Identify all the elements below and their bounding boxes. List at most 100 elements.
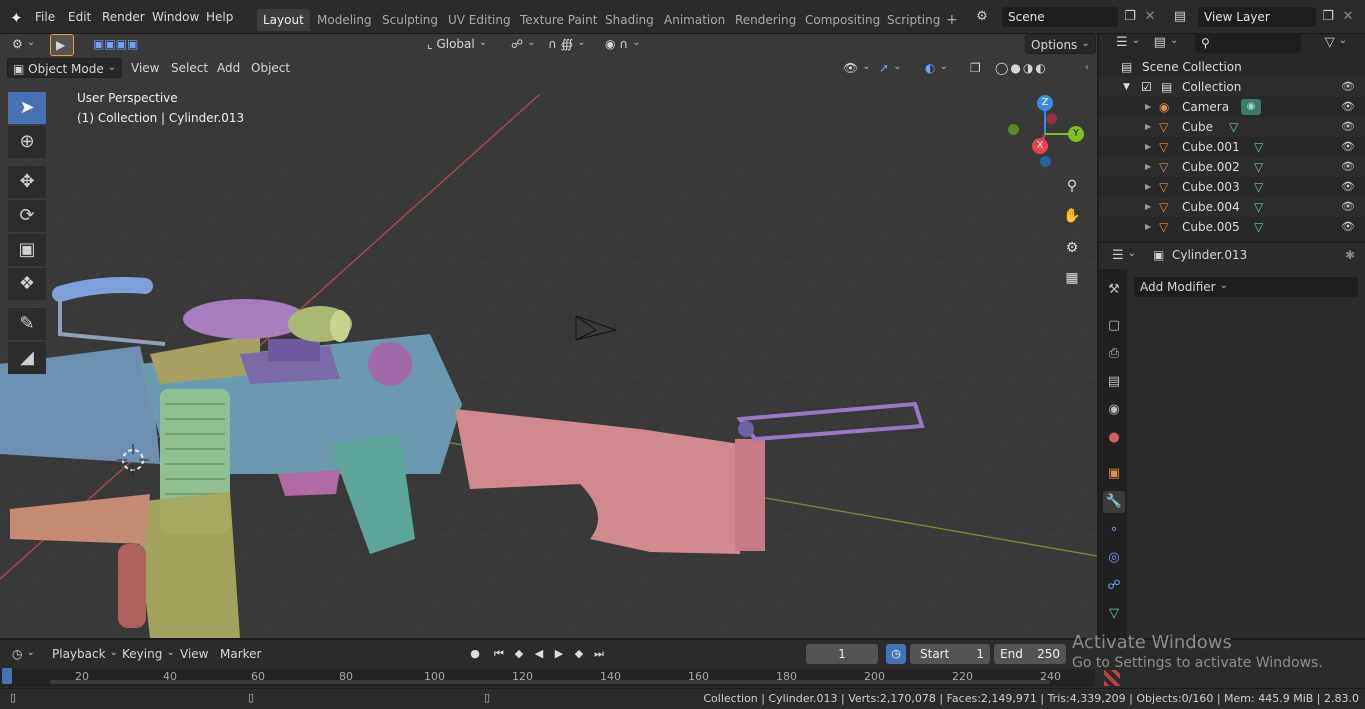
outliner-item-cube-002[interactable]: ▶ ▽ Cube.002 ▽ 👁 bbox=[1099, 157, 1365, 177]
eye-icon[interactable]: 👁 bbox=[1341, 77, 1355, 97]
scene-name-field[interactable]: Scene bbox=[1002, 7, 1118, 27]
viewport-menu-select[interactable]: Select bbox=[166, 58, 213, 78]
expand-arrow-icon[interactable]: ▶ bbox=[1145, 117, 1151, 137]
new-scene-icon[interactable]: ❐ bbox=[1120, 7, 1140, 27]
eye-icon[interactable]: 👁 bbox=[1341, 197, 1355, 217]
overlays-icon[interactable]: ◐ bbox=[920, 58, 953, 78]
delete-view-layer-icon[interactable]: ✕ bbox=[1338, 7, 1358, 27]
tool-tab-icon[interactable]: ⚒ bbox=[1103, 279, 1125, 301]
move-tool-icon[interactable]: ✥ bbox=[8, 166, 46, 198]
viewport-menu-object[interactable]: Object bbox=[246, 58, 295, 78]
gizmo-x-axis[interactable]: X bbox=[1032, 138, 1048, 154]
pivot-point-icon[interactable]: ☍ bbox=[506, 34, 541, 54]
tab-animation[interactable]: Animation bbox=[658, 9, 731, 31]
gizmo-toggle-icon[interactable]: ➚ bbox=[874, 58, 906, 78]
menu-help[interactable]: Help bbox=[206, 10, 233, 24]
modifier-tab-icon[interactable]: 🔧 bbox=[1103, 491, 1125, 513]
annotate-tool-icon[interactable]: ✎ bbox=[8, 308, 46, 340]
measure-tool-icon[interactable]: ◢ bbox=[8, 342, 46, 374]
play-icon[interactable]: ▶ bbox=[550, 644, 568, 664]
mode-dropdown[interactable]: ▣ Object Mode bbox=[7, 58, 123, 78]
rotate-tool-icon[interactable]: ⟳ bbox=[8, 200, 46, 232]
expand-arrow-icon[interactable]: ▶ bbox=[1145, 217, 1151, 237]
physics-tab-icon[interactable]: ◎ bbox=[1103, 547, 1125, 569]
tab-compositing[interactable]: Compositing bbox=[799, 9, 886, 31]
outliner-item-cube-003[interactable]: ▶ ▽ Cube.003 ▽ 👁 bbox=[1099, 177, 1365, 197]
properties-editor-icon[interactable]: ☰ bbox=[1109, 246, 1139, 266]
record-icon[interactable]: ● bbox=[466, 644, 484, 664]
render-tab-icon[interactable]: ▢ bbox=[1103, 315, 1125, 337]
gizmo-neg-y[interactable] bbox=[1008, 124, 1019, 135]
start-frame-field[interactable]: Start 1 bbox=[910, 644, 990, 664]
options-dropdown[interactable]: Options bbox=[1025, 34, 1096, 54]
menu-window[interactable]: Window bbox=[152, 10, 199, 24]
outliner-editor-icon[interactable]: ☰ bbox=[1113, 33, 1143, 53]
outliner-item-cube-001[interactable]: ▶ ▽ Cube.001 ▽ 👁 bbox=[1099, 137, 1365, 157]
visibility-icon[interactable]: 👁 bbox=[838, 58, 876, 78]
jump-start-icon[interactable]: ⏮ bbox=[490, 644, 508, 664]
outliner-item-camera[interactable]: ▶ ◉ Camera ◉ 👁 bbox=[1099, 97, 1365, 117]
keying-menu[interactable]: Keying bbox=[118, 644, 179, 664]
playhead[interactable] bbox=[2, 668, 12, 684]
timeline-scrollbar[interactable] bbox=[50, 680, 1050, 684]
tab-shading[interactable]: Shading bbox=[599, 9, 660, 31]
outliner-scene-collection[interactable]: ▤ Scene Collection bbox=[1099, 57, 1365, 77]
expand-arrow-icon[interactable]: ▶ bbox=[1145, 197, 1151, 217]
marker-menu[interactable]: Marker bbox=[216, 644, 265, 664]
outliner-item-cube-005[interactable]: ▶ ▽ Cube.005 ▽ 👁 bbox=[1099, 217, 1365, 237]
transform-orientation-dropdown[interactable]: ⌞ Global bbox=[422, 34, 492, 54]
pin-icon[interactable]: ✱ bbox=[1345, 248, 1355, 262]
gizmo-y-axis[interactable]: Y bbox=[1068, 126, 1084, 142]
next-keyframe-icon[interactable]: ◆ bbox=[570, 644, 588, 664]
eye-icon[interactable]: 👁 bbox=[1341, 97, 1355, 117]
checkbox-icon[interactable]: ☑ bbox=[1141, 77, 1152, 97]
view-layer-icon[interactable]: ▤ bbox=[1170, 7, 1190, 27]
expand-arrow-icon[interactable]: ▶ bbox=[1145, 97, 1151, 117]
add-workspace-button[interactable]: + bbox=[940, 9, 964, 31]
end-frame-field[interactable]: End 250 bbox=[994, 644, 1066, 664]
preview-range-icon[interactable]: ◷ bbox=[886, 644, 906, 664]
menu-file[interactable]: File bbox=[35, 10, 55, 24]
prev-keyframe-icon[interactable]: ◆ bbox=[510, 644, 528, 664]
gizmo-neg-x[interactable] bbox=[1046, 113, 1057, 124]
zoom-icon[interactable]: ⚲ bbox=[1059, 173, 1085, 199]
play-reverse-icon[interactable]: ◀ bbox=[530, 644, 548, 664]
outliner-search-input[interactable]: ⚲ bbox=[1195, 33, 1301, 53]
select-mode-icon[interactable]: ▶ bbox=[50, 34, 74, 56]
filter-icon[interactable]: ▽ bbox=[1321, 33, 1351, 53]
cursor-tool-icon[interactable]: ⊕ bbox=[8, 126, 46, 158]
tab-texture-paint[interactable]: Texture Paint bbox=[514, 9, 603, 31]
tab-layout[interactable]: Layout bbox=[257, 9, 310, 31]
view-layer-tab-icon[interactable]: ▤ bbox=[1103, 371, 1125, 393]
perspective-toggle-icon[interactable]: ▦ bbox=[1059, 265, 1085, 291]
tab-sculpting[interactable]: Sculpting bbox=[376, 9, 444, 31]
viewport-menu-view[interactable]: View bbox=[126, 58, 164, 78]
camera-view-icon[interactable]: ⚙ bbox=[1059, 235, 1085, 261]
expand-arrow-icon[interactable]: ▶ bbox=[1145, 137, 1151, 157]
object-tab-icon[interactable]: ▣ bbox=[1103, 463, 1125, 485]
xray-toggle-icon[interactable]: ❐ bbox=[965, 58, 986, 78]
delete-scene-icon[interactable]: ✕ bbox=[1140, 7, 1160, 27]
eye-icon[interactable]: 👁 bbox=[1341, 117, 1355, 137]
snap-icon[interactable]: ∩ ∰ bbox=[543, 34, 591, 54]
outliner-item-cube[interactable]: ▶ ▽ Cube ▽ 👁 bbox=[1099, 117, 1365, 137]
data-tab-icon[interactable]: ▽ bbox=[1103, 603, 1125, 625]
playback-menu[interactable]: Playback bbox=[48, 644, 122, 664]
editor-type-icon[interactable]: ⚙ bbox=[7, 34, 40, 54]
viewport-menu-add[interactable]: Add bbox=[212, 58, 245, 78]
tab-modeling[interactable]: Modeling bbox=[311, 9, 378, 31]
add-modifier-dropdown[interactable]: Add Modifier bbox=[1134, 277, 1358, 297]
sidebar-toggle-icon[interactable]: ‹ bbox=[1080, 58, 1094, 78]
eye-icon[interactable]: 👁 bbox=[1341, 177, 1355, 197]
3d-viewport[interactable]: ⚙ ▶ ▣▣▣▣ ⌞ Global ☍ ∩ ∰ ◉ ∩ Options ▣ Ob… bbox=[0, 34, 1097, 638]
proportional-edit-icon[interactable]: ◉ ∩ bbox=[600, 34, 645, 54]
menu-render[interactable]: Render bbox=[102, 10, 145, 24]
shading-modes-icon[interactable]: ◯●◑◐ bbox=[990, 58, 1053, 78]
view-layer-field[interactable]: View Layer bbox=[1198, 7, 1316, 27]
expand-arrow-icon[interactable]: ▼ bbox=[1123, 77, 1130, 97]
timeline-editor-icon[interactable]: ◷ bbox=[8, 644, 39, 664]
outliner-item-cube-004[interactable]: ▶ ▽ Cube.004 ▽ 👁 bbox=[1099, 197, 1365, 217]
menu-edit[interactable]: Edit bbox=[68, 10, 91, 24]
particles-tab-icon[interactable]: ∘ bbox=[1103, 519, 1125, 541]
eye-icon[interactable]: 👁 bbox=[1341, 217, 1355, 237]
